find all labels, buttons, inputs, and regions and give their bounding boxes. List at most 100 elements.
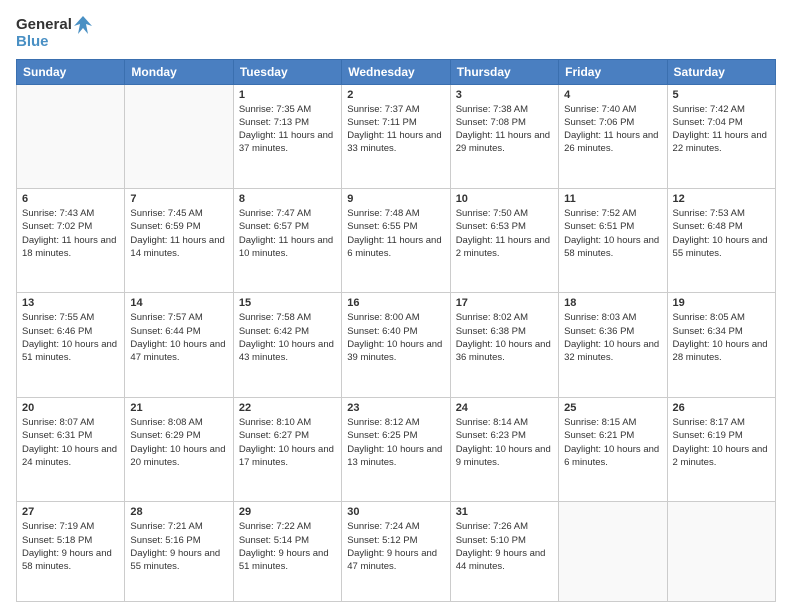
calendar-cell: 9 Sunrise: 7:48 AM Sunset: 6:55 PM Daylig… [342, 188, 450, 292]
day-info: Sunrise: 8:00 AM Sunset: 6:40 PM Dayligh… [347, 311, 444, 364]
day-number: 16 [347, 297, 444, 309]
day-number: 17 [456, 297, 553, 309]
day-number: 10 [456, 193, 553, 205]
calendar-cell: 20Sunrise: 8:07 AM Sunset: 6:31 PM Dayli… [17, 397, 125, 501]
day-of-week-header: Monday [125, 59, 233, 84]
day-number: 29 [239, 506, 336, 518]
day-number: 19 [673, 297, 770, 309]
day-info: Sunrise: 7:26 AM Sunset: 5:10 PM Dayligh… [456, 520, 553, 573]
header: General Blue [16, 16, 776, 51]
calendar-cell: 11 Sunrise: 7:52 AM Sunset: 6:51 PM Dayli… [559, 188, 667, 292]
day-of-week-header: Wednesday [342, 59, 450, 84]
day-info: Sunrise: 7:24 AM Sunset: 5:12 PM Dayligh… [347, 520, 444, 573]
calendar-week-row: 6 Sunrise: 7:43 AM Sunset: 7:02 PM Daylig… [17, 188, 776, 292]
day-info: Sunrise: 7:40 AM Sunset: 7:06 PM Dayligh… [564, 103, 661, 156]
calendar-week-row: 20Sunrise: 8:07 AM Sunset: 6:31 PM Dayli… [17, 397, 776, 501]
day-info: Sunrise: 8:17 AM Sunset: 6:19 PM Dayligh… [673, 416, 770, 469]
calendar-cell: 10 Sunrise: 7:50 AM Sunset: 6:53 PM Dayli… [450, 188, 558, 292]
day-info: Sunrise: 7:37 AM Sunset: 7:11 PM Dayligh… [347, 103, 444, 156]
calendar-cell: 8Sunrise: 7:47 AM Sunset: 6:57 PM Daylig… [233, 188, 341, 292]
day-info: Sunrise: 7:22 AM Sunset: 5:14 PM Dayligh… [239, 520, 336, 573]
day-info: Sunrise: 8:05 AM Sunset: 6:34 PM Dayligh… [673, 311, 770, 364]
logo-bird-icon [74, 16, 92, 34]
day-number: 26 [673, 402, 770, 414]
day-info: Sunrise: 7:52 AM Sunset: 6:51 PM Dayligh… [564, 207, 661, 260]
day-info: Sunrise: 7:58 AM Sunset: 6:42 PM Dayligh… [239, 311, 336, 364]
calendar-week-row: 1 Sunrise: 7:35 AM Sunset: 7:13 PM Daylig… [17, 84, 776, 188]
day-info: Sunrise: 8:15 AM Sunset: 6:21 PM Dayligh… [564, 416, 661, 469]
calendar-cell: 17 Sunrise: 8:02 AM Sunset: 6:38 PM Dayli… [450, 293, 558, 397]
day-number: 13 [22, 297, 119, 309]
calendar-header-row: SundayMondayTuesdayWednesdayThursdayFrid… [17, 59, 776, 84]
calendar-cell [17, 84, 125, 188]
day-number: 4 [564, 89, 661, 101]
day-of-week-header: Sunday [17, 59, 125, 84]
calendar-cell [667, 502, 775, 602]
day-number: 9 [347, 193, 444, 205]
day-number: 30 [347, 506, 444, 518]
day-number: 6 [22, 193, 119, 205]
calendar-cell: 14Sunrise: 7:57 AM Sunset: 6:44 PM Dayli… [125, 293, 233, 397]
day-info: Sunrise: 8:03 AM Sunset: 6:36 PM Dayligh… [564, 311, 661, 364]
day-number: 23 [347, 402, 444, 414]
calendar-cell: 13 Sunrise: 7:55 AM Sunset: 6:46 PM Dayli… [17, 293, 125, 397]
calendar-cell: 30 Sunrise: 7:24 AM Sunset: 5:12 PM Dayli… [342, 502, 450, 602]
day-info: Sunrise: 8:12 AM Sunset: 6:25 PM Dayligh… [347, 416, 444, 469]
day-info: Sunrise: 7:42 AM Sunset: 7:04 PM Dayligh… [673, 103, 770, 156]
calendar-cell: 21 Sunrise: 8:08 AM Sunset: 6:29 PM Dayli… [125, 397, 233, 501]
calendar-cell: 29 Sunrise: 7:22 AM Sunset: 5:14 PM Dayli… [233, 502, 341, 602]
calendar-cell: 22Sunrise: 8:10 AM Sunset: 6:27 PM Dayli… [233, 397, 341, 501]
calendar-cell: 18 Sunrise: 8:03 AM Sunset: 6:36 PM Dayli… [559, 293, 667, 397]
day-number: 12 [673, 193, 770, 205]
calendar-cell: 12Sunrise: 7:53 AM Sunset: 6:48 PM Dayli… [667, 188, 775, 292]
calendar-table: SundayMondayTuesdayWednesdayThursdayFrid… [16, 59, 776, 603]
day-of-week-header: Tuesday [233, 59, 341, 84]
calendar-week-row: 27 Sunrise: 7:19 AM Sunset: 5:18 PM Dayli… [17, 502, 776, 602]
day-number: 18 [564, 297, 661, 309]
day-number: 3 [456, 89, 553, 101]
calendar-cell: 25Sunrise: 8:15 AM Sunset: 6:21 PM Dayli… [559, 397, 667, 501]
day-info: Sunrise: 8:08 AM Sunset: 6:29 PM Dayligh… [130, 416, 227, 469]
day-info: Sunrise: 7:43 AM Sunset: 7:02 PM Dayligh… [22, 207, 119, 260]
day-number: 15 [239, 297, 336, 309]
day-info: Sunrise: 8:14 AM Sunset: 6:23 PM Dayligh… [456, 416, 553, 469]
day-number: 28 [130, 506, 227, 518]
page: General Blue SundayMondayTuesdayWednesda… [0, 0, 792, 612]
day-number: 20 [22, 402, 119, 414]
day-info: Sunrise: 8:10 AM Sunset: 6:27 PM Dayligh… [239, 416, 336, 469]
day-number: 21 [130, 402, 227, 414]
calendar-cell: 19 Sunrise: 8:05 AM Sunset: 6:34 PM Dayli… [667, 293, 775, 397]
day-info: Sunrise: 7:50 AM Sunset: 6:53 PM Dayligh… [456, 207, 553, 260]
day-info: Sunrise: 7:57 AM Sunset: 6:44 PM Dayligh… [130, 311, 227, 364]
calendar-cell: 5 Sunrise: 7:42 AM Sunset: 7:04 PM Daylig… [667, 84, 775, 188]
calendar-cell [559, 502, 667, 602]
day-number: 11 [564, 193, 661, 205]
day-info: Sunrise: 7:19 AM Sunset: 5:18 PM Dayligh… [22, 520, 119, 573]
day-info: Sunrise: 7:35 AM Sunset: 7:13 PM Dayligh… [239, 103, 336, 156]
logo-general: General [16, 17, 72, 34]
calendar-cell: 16 Sunrise: 8:00 AM Sunset: 6:40 PM Dayli… [342, 293, 450, 397]
day-of-week-header: Saturday [667, 59, 775, 84]
calendar-cell: 15 Sunrise: 7:58 AM Sunset: 6:42 PM Dayli… [233, 293, 341, 397]
day-info: Sunrise: 7:21 AM Sunset: 5:16 PM Dayligh… [130, 520, 227, 573]
calendar-cell: 31 Sunrise: 7:26 AM Sunset: 5:10 PM Dayli… [450, 502, 558, 602]
calendar-cell: 4 Sunrise: 7:40 AM Sunset: 7:06 PM Daylig… [559, 84, 667, 188]
day-number: 31 [456, 506, 553, 518]
day-number: 5 [673, 89, 770, 101]
day-number: 7 [130, 193, 227, 205]
calendar-cell [125, 84, 233, 188]
calendar-cell: 7 Sunrise: 7:45 AM Sunset: 6:59 PM Daylig… [125, 188, 233, 292]
day-info: Sunrise: 7:55 AM Sunset: 6:46 PM Dayligh… [22, 311, 119, 364]
calendar-cell: 27 Sunrise: 7:19 AM Sunset: 5:18 PM Dayli… [17, 502, 125, 602]
day-info: Sunrise: 7:48 AM Sunset: 6:55 PM Dayligh… [347, 207, 444, 260]
day-info: Sunrise: 7:38 AM Sunset: 7:08 PM Dayligh… [456, 103, 553, 156]
day-number: 1 [239, 89, 336, 101]
logo-blue: Blue [16, 34, 92, 51]
day-number: 24 [456, 402, 553, 414]
day-of-week-header: Thursday [450, 59, 558, 84]
day-info: Sunrise: 8:02 AM Sunset: 6:38 PM Dayligh… [456, 311, 553, 364]
calendar-cell: 2Sunrise: 7:37 AM Sunset: 7:11 PM Daylig… [342, 84, 450, 188]
logo-container: General Blue [16, 16, 92, 51]
day-info: Sunrise: 7:45 AM Sunset: 6:59 PM Dayligh… [130, 207, 227, 260]
day-number: 27 [22, 506, 119, 518]
